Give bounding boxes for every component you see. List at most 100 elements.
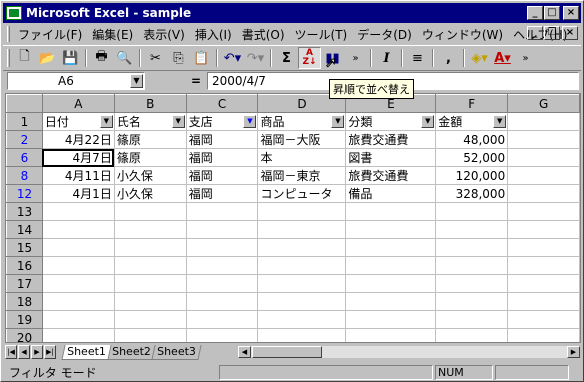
- undo-icon[interactable]: ↶▾: [221, 47, 244, 69]
- fill-color-icon[interactable]: ◈▾: [468, 47, 491, 69]
- cell[interactable]: [345, 274, 437, 293]
- cell-category[interactable]: 図書: [345, 148, 437, 167]
- row-header[interactable]: 17: [6, 274, 43, 293]
- cell[interactable]: [257, 292, 347, 311]
- worksheet-grid[interactable]: A B C D E F G 1 日付 ▼ 氏名 ▼ 支店 ▼ 商品 ▼ 分類 ▼ 金額 ▼ …: [5, 93, 581, 343]
- header-cell-product[interactable]: 商品 ▼: [257, 112, 347, 131]
- cell[interactable]: [185, 292, 259, 311]
- menu-view[interactable]: 表示(V): [138, 26, 190, 43]
- paste-icon[interactable]: 📋: [190, 47, 213, 69]
- header-cell-category[interactable]: 分類 ▼: [345, 112, 437, 131]
- cell-product[interactable]: コンピュータ: [257, 184, 347, 203]
- row-header[interactable]: 18: [6, 292, 43, 311]
- cell[interactable]: [435, 238, 509, 257]
- cell[interactable]: [185, 256, 259, 275]
- scroll-right-icon[interactable]: ▶: [567, 346, 580, 358]
- cell[interactable]: [257, 310, 347, 329]
- cell[interactable]: [507, 166, 580, 185]
- doc-minimize-button[interactable]: _: [527, 26, 543, 40]
- select-all-corner[interactable]: [6, 94, 43, 113]
- column-header-b[interactable]: B: [113, 94, 187, 113]
- align-center-icon[interactable]: ≡: [406, 47, 429, 69]
- cell[interactable]: [435, 310, 509, 329]
- autosum-icon[interactable]: Σ: [275, 47, 298, 69]
- cell[interactable]: [435, 274, 509, 293]
- cell-date[interactable]: 4月22日: [41, 130, 115, 149]
- cell[interactable]: [345, 220, 437, 239]
- print-preview-icon[interactable]: 🔍: [113, 47, 136, 69]
- cell[interactable]: [507, 184, 580, 203]
- cell[interactable]: [113, 292, 187, 311]
- header-cell-name[interactable]: 氏名 ▼: [113, 112, 187, 131]
- cell-category[interactable]: 旅費交通費: [345, 166, 437, 185]
- cut-icon[interactable]: ✂: [144, 47, 167, 69]
- cell-date[interactable]: 4月11日: [41, 166, 115, 185]
- cell[interactable]: [507, 256, 580, 275]
- scroll-thumb[interactable]: [252, 346, 322, 358]
- column-header-g[interactable]: G: [507, 94, 580, 113]
- cell[interactable]: [435, 328, 509, 342]
- last-sheet-icon[interactable]: ▶|: [44, 345, 56, 359]
- cell[interactable]: [435, 292, 509, 311]
- active-filter-dropdown-icon[interactable]: ▼: [243, 115, 257, 128]
- italic-icon[interactable]: I: [375, 47, 398, 69]
- cell[interactable]: [435, 202, 509, 221]
- close-button[interactable]: ×: [563, 6, 579, 20]
- cell-branch[interactable]: 福岡: [185, 166, 259, 185]
- prev-sheet-icon[interactable]: ◀: [18, 345, 30, 359]
- cell[interactable]: [345, 292, 437, 311]
- filter-dropdown-icon[interactable]: ▼: [421, 115, 435, 128]
- row-header[interactable]: 8: [6, 166, 43, 185]
- first-sheet-icon[interactable]: |◀: [5, 345, 17, 359]
- cell[interactable]: [257, 274, 347, 293]
- cell-amount[interactable]: 328,000: [435, 184, 509, 203]
- active-cell[interactable]: 4月7日: [41, 148, 115, 167]
- new-icon[interactable]: 🗋: [13, 47, 36, 69]
- cell[interactable]: [41, 238, 115, 257]
- toolbar-overflow-icon[interactable]: »: [344, 47, 367, 69]
- cell[interactable]: [507, 112, 580, 131]
- toolbar-grip[interactable]: [7, 49, 10, 67]
- name-box-dropdown-icon[interactable]: ▼: [130, 74, 143, 88]
- cell[interactable]: [507, 220, 580, 239]
- cell[interactable]: [507, 202, 580, 221]
- cell-name[interactable]: 小久保: [113, 184, 187, 203]
- header-cell-branch[interactable]: 支店 ▼: [185, 112, 259, 131]
- cell[interactable]: [345, 256, 437, 275]
- row-header[interactable]: 14: [6, 220, 43, 239]
- cell-branch[interactable]: 福岡: [185, 148, 259, 167]
- menu-format[interactable]: 書式(O): [237, 26, 290, 43]
- copy-icon[interactable]: ⎘: [167, 47, 190, 69]
- cell[interactable]: [345, 328, 437, 342]
- name-box[interactable]: A6 ▼: [7, 72, 145, 90]
- header-cell-date[interactable]: 日付 ▼: [41, 112, 115, 131]
- equals-sign[interactable]: =: [191, 72, 201, 90]
- cell[interactable]: [113, 256, 187, 275]
- cell-product[interactable]: 福岡－大阪: [257, 130, 347, 149]
- cell-date[interactable]: 4月1日: [41, 184, 115, 203]
- cell[interactable]: [185, 220, 259, 239]
- cell-amount[interactable]: 52,000: [435, 148, 509, 167]
- row-header[interactable]: 16: [6, 256, 43, 275]
- cell[interactable]: [113, 202, 187, 221]
- scroll-left-icon[interactable]: ◀: [238, 346, 251, 358]
- cell[interactable]: [41, 220, 115, 239]
- cell[interactable]: [113, 238, 187, 257]
- cell[interactable]: [41, 292, 115, 311]
- menu-tools[interactable]: ツール(T): [290, 26, 353, 43]
- minimize-button[interactable]: _: [527, 6, 543, 20]
- cell-category[interactable]: 旅費交通費: [345, 130, 437, 149]
- row-header[interactable]: 6: [6, 148, 43, 167]
- horizontal-scrollbar[interactable]: ◀ ▶: [237, 345, 581, 359]
- cell-amount[interactable]: 120,000: [435, 166, 509, 185]
- cell[interactable]: [185, 238, 259, 257]
- cell[interactable]: [113, 328, 187, 342]
- menu-window[interactable]: ウィンドウ(W): [417, 26, 508, 43]
- redo-icon[interactable]: ↷▾: [244, 47, 267, 69]
- column-header-c[interactable]: C: [185, 94, 259, 113]
- cell[interactable]: [185, 274, 259, 293]
- row-header[interactable]: 1: [6, 112, 43, 131]
- menu-grip[interactable]: [7, 26, 10, 42]
- cell[interactable]: [257, 220, 347, 239]
- cell-amount[interactable]: 48,000: [435, 130, 509, 149]
